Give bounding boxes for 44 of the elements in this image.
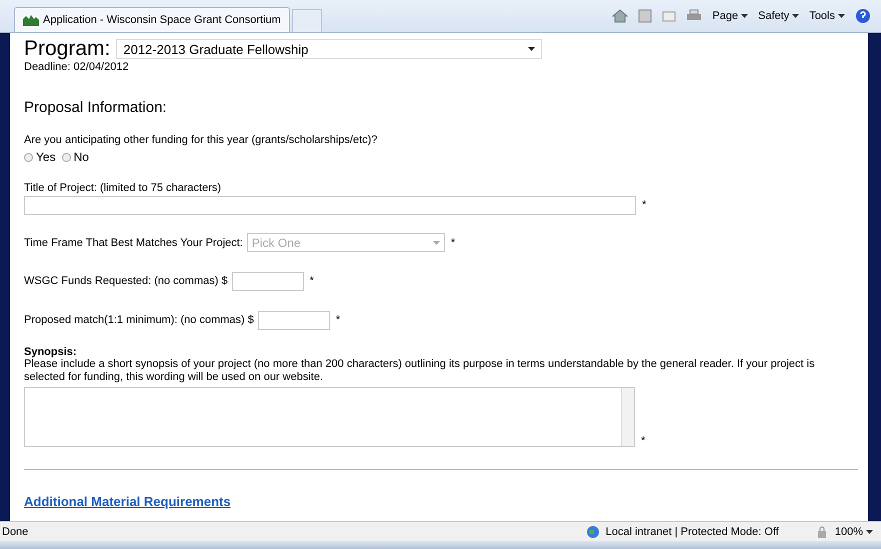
zoom-level[interactable]: 100% <box>834 526 873 538</box>
radio-option[interactable]: No <box>62 150 89 164</box>
amount-input-field[interactable] <box>258 311 330 330</box>
caret-icon <box>866 530 873 534</box>
field-label: Title of Project: (limited to 75 characters) <box>24 182 222 194</box>
globe-icon <box>586 524 600 538</box>
required-mark: * <box>336 314 340 326</box>
caret-icon <box>792 14 800 18</box>
browser-tab[interactable]: Application - Wisconsin Space Grant Consortium <box>14 7 290 32</box>
command-menu[interactable]: Tools <box>809 10 845 22</box>
amount-input-field[interactable] <box>232 272 304 291</box>
required-mark: * <box>642 198 646 210</box>
command-menu[interactable]: Safety <box>758 10 800 22</box>
field-label: Time Frame That Best Matches Your Project: <box>24 236 243 248</box>
logo-icon <box>23 14 39 26</box>
required-mark: * <box>310 274 314 286</box>
caret-icon <box>432 240 440 244</box>
deadline-text: Deadline: 02/04/2012 <box>24 61 129 73</box>
security-zone: Local intranet | Protected Mode: Off <box>606 526 779 538</box>
caret-icon <box>528 47 536 51</box>
synopsis-heading: Synopsis: <box>24 346 77 358</box>
program-label: Program: <box>24 37 110 61</box>
synopsis-text-area[interactable] <box>24 387 635 447</box>
radio-option[interactable]: Yes <box>24 150 56 164</box>
new-tab-button[interactable] <box>292 9 322 32</box>
required-mark: * <box>641 435 646 447</box>
requirements-link[interactable]: Additional Material Requirements <box>24 494 231 509</box>
required-mark: * <box>450 236 456 248</box>
caret-icon <box>741 14 748 18</box>
question-text: Are you anticipating other funding for this year (grants/scholarships/etc)? <box>24 134 378 146</box>
synopsis-instructions: Please include a short synopsis of your project (no more than 200 characters) outlining its purpose in terms understandable by the general reader. If your project is selected for funding, this wording will be used on our website. <box>24 358 816 384</box>
status-text: Done <box>2 526 28 538</box>
field-label: WSGC Funds Requested: (no commas) $ <box>24 274 228 286</box>
title-input-field[interactable] <box>24 196 636 215</box>
tab-title: Application - Wisconsin Space Grant Consortium <box>43 14 281 26</box>
field-label: Proposed match(1:1 minimum): (no commas) $ <box>24 314 254 326</box>
command-menu[interactable]: Page <box>712 10 748 22</box>
scrollbar <box>621 388 634 446</box>
printer-icon[interactable] <box>686 9 702 23</box>
help-icon[interactable] <box>855 8 871 24</box>
section-title: Proposal Information: <box>24 99 167 116</box>
program-dropdown[interactable]: 2012-2013 Graduate Fellowship <box>116 39 542 59</box>
home-icon[interactable] <box>612 9 628 23</box>
caret-icon <box>838 14 845 18</box>
